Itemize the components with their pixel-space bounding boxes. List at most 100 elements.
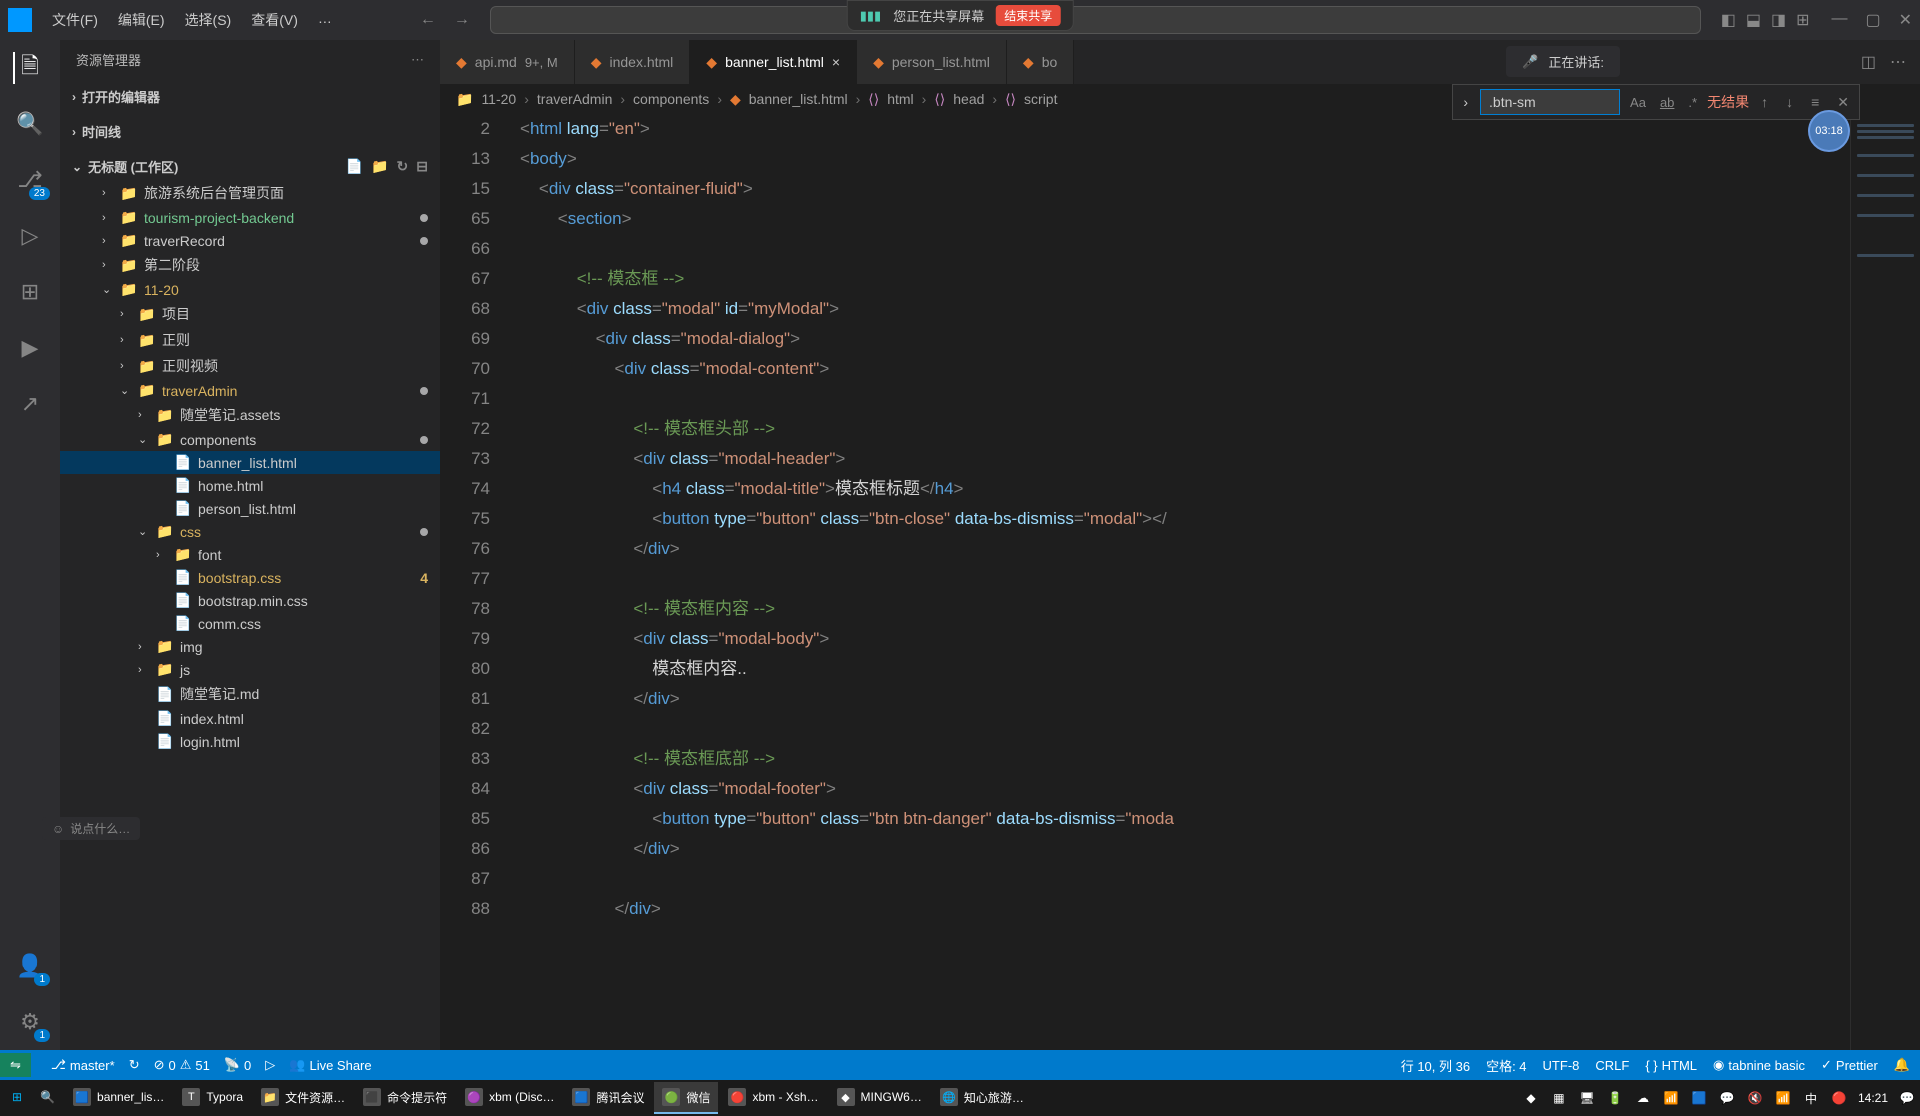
git-branch[interactable]: ⎇ master* <box>51 1057 115 1073</box>
sync-button[interactable]: ↻ <box>129 1057 140 1073</box>
menu-edit[interactable]: 编辑(E) <box>110 6 173 34</box>
tray-icon[interactable]: 📶 <box>1774 1089 1792 1107</box>
panel-left-icon[interactable]: ◧ <box>1721 10 1736 30</box>
source-control-icon[interactable]: ⎇23 <box>14 164 46 196</box>
find-next-icon[interactable]: ↓ <box>1780 92 1799 112</box>
debug-start[interactable]: ▷ <box>265 1057 275 1073</box>
search-icon[interactable]: 🔍 <box>14 108 46 140</box>
find-selection-icon[interactable]: ≡ <box>1805 92 1825 112</box>
taskbar-item[interactable]: 🟢微信 <box>654 1082 718 1114</box>
prettier-status[interactable]: ✓ Prettier <box>1821 1057 1878 1073</box>
tree-item[interactable]: 📄bootstrap.css4 <box>60 566 440 589</box>
new-file-icon[interactable]: 📄 <box>346 158 363 175</box>
refresh-icon[interactable]: ↻ <box>397 158 409 175</box>
action-center-icon[interactable]: 💬 <box>1898 1089 1916 1107</box>
tree-item[interactable]: ⌄📁traverAdmin <box>60 379 440 402</box>
find-expand-icon[interactable]: › <box>1457 90 1474 114</box>
remote-icon[interactable]: ▶ <box>14 332 46 364</box>
panel-right-icon[interactable]: ◨ <box>1771 10 1786 30</box>
tree-item[interactable]: ⌄📁css <box>60 520 440 543</box>
section-workspace[interactable]: ⌄ 无标题 (工作区) 📄 📁 ↻ ⊟ <box>60 153 440 180</box>
tree-item[interactable]: ›📁随堂笔记.assets <box>60 402 440 428</box>
tray-icon[interactable]: ☁ <box>1634 1089 1652 1107</box>
problems[interactable]: ⊘ 0 ⚠ 51 <box>154 1057 210 1073</box>
tray-icon[interactable]: 💬 <box>1718 1089 1736 1107</box>
new-folder-icon[interactable]: 📁 <box>371 158 388 175</box>
tabnine-status[interactable]: ◉ tabnine basic <box>1713 1057 1805 1073</box>
account-icon[interactable]: 👤1 <box>14 950 46 982</box>
notifications-icon[interactable]: 🔔 <box>1894 1057 1910 1073</box>
cursor-position[interactable]: 行 10, 列 36 <box>1401 1056 1470 1075</box>
eol[interactable]: CRLF <box>1595 1058 1629 1073</box>
tree-item[interactable]: 📄banner_list.html <box>60 451 440 474</box>
tree-item[interactable]: ›📁traverRecord <box>60 229 440 252</box>
tray-icon[interactable]: ◆ <box>1522 1089 1540 1107</box>
tree-item[interactable]: 📄index.html <box>60 707 440 730</box>
tray-icon[interactable]: 🔇 <box>1746 1089 1764 1107</box>
tree-item[interactable]: ⌄📁11-20 <box>60 278 440 301</box>
liveshare-icon[interactable]: ↗ <box>14 388 46 420</box>
tree-item[interactable]: ⌄📁components <box>60 428 440 451</box>
find-prev-icon[interactable]: ↑ <box>1755 92 1774 112</box>
find-close-icon[interactable]: ✕ <box>1831 92 1855 113</box>
maximize-icon[interactable]: ▢ <box>1865 10 1880 30</box>
taskbar-search[interactable]: 🔍 <box>32 1082 63 1114</box>
editor-tab[interactable]: ◆api.md9+, M <box>440 40 575 84</box>
tree-item[interactable]: ›📁旅游系统后台管理页面 <box>60 180 440 206</box>
tree-item[interactable]: ›📁font <box>60 543 440 566</box>
tree-item[interactable]: 📄person_list.html <box>60 497 440 520</box>
tab-more-icon[interactable]: ⋯ <box>1890 52 1906 72</box>
section-timeline[interactable]: › 时间线 <box>60 118 440 145</box>
tree-item[interactable]: 📄home.html <box>60 474 440 497</box>
code-editor[interactable]: › Aa ab .* 无结果 ↑ ↓ ≡ ✕ 21315656667686970… <box>440 114 1920 1050</box>
layout-icon[interactable]: ⊞ <box>1796 10 1809 30</box>
panel-bottom-icon[interactable]: ⬓ <box>1746 10 1761 30</box>
live-share[interactable]: 👥 Live Share <box>289 1057 371 1073</box>
tree-item[interactable]: 📄login.html <box>60 730 440 753</box>
tray-ime[interactable]: 中 <box>1802 1089 1820 1107</box>
sidebar-more-icon[interactable]: ⋯ <box>411 52 424 68</box>
editor-tab[interactable]: ◆banner_list.html× <box>690 40 857 84</box>
code-content[interactable]: <html lang="en"><body> <div class="conta… <box>510 114 1850 1050</box>
tray-icon[interactable]: 🔋 <box>1606 1089 1624 1107</box>
taskbar-item[interactable]: 🌐知心旅游… <box>932 1082 1032 1114</box>
nav-back-icon[interactable]: ← <box>420 11 436 29</box>
section-opened-editors[interactable]: › 打开的编辑器 <box>60 83 440 110</box>
comment-input[interactable]: ☺ 说点什么… <box>42 817 140 840</box>
taskbar-clock[interactable]: 14:21 <box>1858 1091 1888 1105</box>
menu-view[interactable]: 查看(V) <box>243 6 306 34</box>
remote-button[interactable]: ⇋ <box>0 1053 31 1077</box>
start-button[interactable]: ⊞ <box>4 1082 30 1114</box>
tree-item[interactable]: ›📁img <box>60 635 440 658</box>
editor-tab[interactable]: ◆bo <box>1007 40 1074 84</box>
taskbar-item[interactable]: 🔴xbm - Xsh… <box>720 1082 826 1114</box>
meeting-timer[interactable]: 03:18 <box>1808 110 1850 152</box>
tray-icon[interactable]: 🖥 <box>1578 1089 1596 1107</box>
editor-tab[interactable]: ◆index.html <box>575 40 691 84</box>
minimize-icon[interactable]: — <box>1831 10 1847 30</box>
collapse-icon[interactable]: ⊟ <box>416 158 428 175</box>
language-mode[interactable]: { } HTML <box>1645 1058 1697 1073</box>
tree-item[interactable]: ›📁正则视频 <box>60 353 440 379</box>
indentation[interactable]: 空格: 4 <box>1486 1056 1526 1075</box>
minimap[interactable] <box>1850 114 1920 1050</box>
taskbar-item[interactable]: ◆MINGW6… <box>829 1082 930 1114</box>
close-icon[interactable]: ✕ <box>1899 10 1912 30</box>
taskbar-item[interactable]: 📁文件资源… <box>253 1082 353 1114</box>
gear-icon[interactable]: ⚙1 <box>14 1006 46 1038</box>
tray-icon[interactable]: 🔴 <box>1830 1089 1848 1107</box>
tree-item[interactable]: ›📁第二阶段 <box>60 252 440 278</box>
find-input[interactable] <box>1480 89 1620 115</box>
tree-item[interactable]: 📄comm.css <box>60 612 440 635</box>
tree-item[interactable]: ›📁项目 <box>60 301 440 327</box>
explorer-icon[interactable]: 🗎 <box>13 52 45 84</box>
taskbar-item[interactable]: 🟦腾讯会议 <box>564 1082 652 1114</box>
nav-forward-icon[interactable]: → <box>454 11 470 29</box>
tray-icon[interactable]: 🟦 <box>1690 1089 1708 1107</box>
tree-item[interactable]: ›📁正则 <box>60 327 440 353</box>
split-editor-icon[interactable]: ◫ <box>1861 52 1876 72</box>
tree-item[interactable]: ›📁tourism-project-backend <box>60 206 440 229</box>
regex-icon[interactable]: .* <box>1684 93 1701 112</box>
command-center[interactable] <box>490 6 1701 34</box>
debug-icon[interactable]: ▷ <box>14 220 46 252</box>
